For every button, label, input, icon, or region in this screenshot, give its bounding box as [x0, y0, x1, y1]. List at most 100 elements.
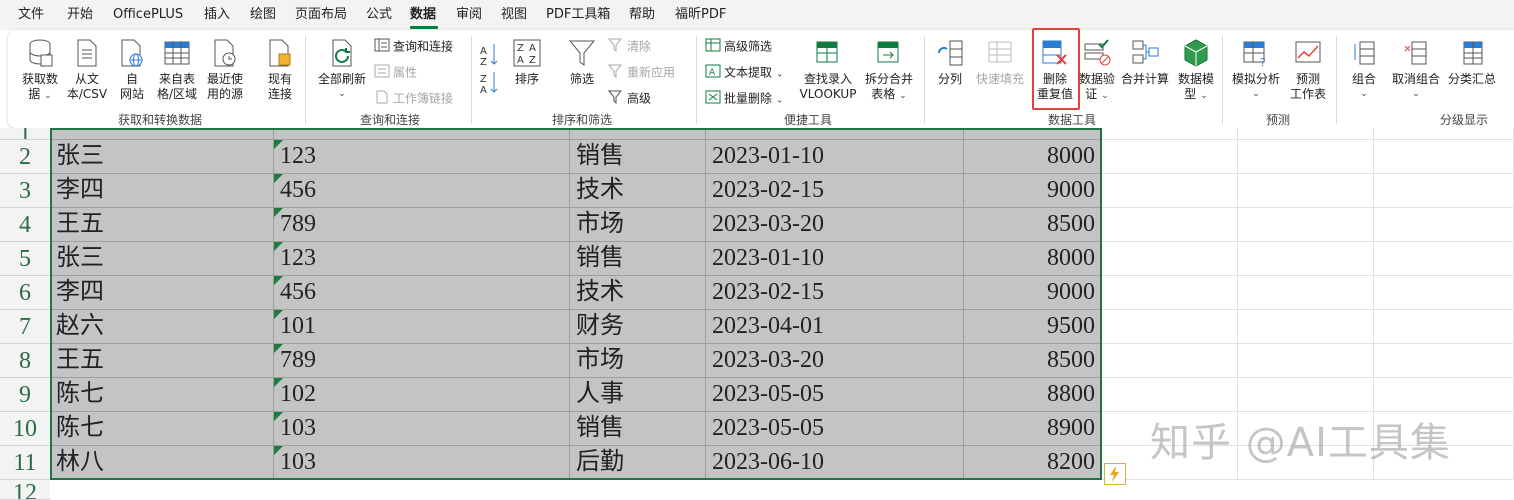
empty-cell[interactable] — [1102, 378, 1238, 412]
menu-draw[interactable]: 绘图 — [250, 6, 276, 24]
table-cell-date[interactable]: 2023-05-05 — [706, 412, 964, 446]
empty-cell[interactable] — [1374, 174, 1514, 208]
table-cell-salary[interactable]: 8900 — [964, 412, 1102, 446]
vlookup-button[interactable]: 查找录入 VLOOKUP — [798, 38, 858, 102]
header-cell[interactable] — [964, 128, 1102, 140]
empty-cell[interactable] — [1238, 174, 1374, 208]
row-header[interactable]: 4 — [0, 208, 50, 242]
header-cell[interactable] — [50, 128, 274, 140]
table-cell-dept[interactable]: 财务 — [570, 310, 706, 344]
row-header[interactable]: 5 — [0, 242, 50, 276]
empty-cell[interactable] — [1374, 128, 1514, 140]
row-header[interactable]: 9 — [0, 378, 50, 412]
flash-fill-options-button[interactable] — [1104, 463, 1126, 485]
advanced-filter-tool-button[interactable]: 高级筛选 — [705, 38, 772, 56]
sort-asc-desc-buttons[interactable]: AZZA — [478, 40, 502, 100]
row-header[interactable]: 1 — [0, 128, 50, 140]
menu-help[interactable]: 帮助 — [629, 6, 655, 24]
empty-cell[interactable] — [1102, 242, 1238, 276]
batch-delete-button[interactable]: 批量删除 ⌄ — [705, 90, 783, 109]
refresh-all-button[interactable]: 全部刷新 ⌄ — [314, 38, 370, 102]
table-cell-name[interactable]: 张三 — [50, 242, 274, 276]
table-cell-salary[interactable]: 8000 — [964, 242, 1102, 276]
group-button[interactable]: 组合 ⌄ — [1344, 38, 1384, 102]
table-cell-date[interactable]: 2023-05-05 — [706, 378, 964, 412]
table-cell-dept[interactable]: 技术 — [570, 276, 706, 310]
empty-cell[interactable] — [1374, 242, 1514, 276]
empty-cell[interactable] — [1238, 208, 1374, 242]
row-header[interactable]: 10 — [0, 412, 50, 446]
menu-formulas[interactable]: 公式 — [366, 6, 392, 24]
table-cell-date[interactable]: 2023-02-15 — [706, 276, 964, 310]
table-cell-date[interactable]: 2023-06-10 — [706, 446, 964, 480]
row-header[interactable]: 7 — [0, 310, 50, 344]
empty-cell[interactable] — [1102, 208, 1238, 242]
table-cell-name[interactable]: 李四 — [50, 174, 274, 208]
empty-cell[interactable] — [1374, 276, 1514, 310]
table-cell-date[interactable]: 2023-01-10 — [706, 140, 964, 174]
table-cell-phone[interactable]: 789 — [274, 208, 570, 242]
row-header[interactable]: 3 — [0, 174, 50, 208]
sort-button[interactable]: ZAAZ 排序 — [508, 38, 546, 87]
from-text-csv-button[interactable]: 从文 本/CSV — [64, 38, 110, 102]
ungroup-button[interactable]: 取消组合 ⌄ — [1388, 38, 1444, 102]
table-cell-salary[interactable]: 8000 — [964, 140, 1102, 174]
empty-cell[interactable] — [1102, 276, 1238, 310]
menu-review[interactable]: 审阅 — [456, 6, 482, 24]
menu-file[interactable]: 文件 — [18, 6, 44, 24]
empty-cell[interactable] — [1238, 242, 1374, 276]
table-cell-phone[interactable]: 103 — [274, 412, 570, 446]
table-cell-phone[interactable]: 102 — [274, 378, 570, 412]
what-if-analysis-button[interactable]: ? 模拟分析 ⌄ — [1228, 38, 1284, 102]
empty-cell[interactable] — [1102, 128, 1238, 140]
table-cell-salary[interactable]: 8200 — [964, 446, 1102, 480]
empty-cell[interactable] — [1374, 344, 1514, 378]
split-merge-tables-button[interactable]: 拆分合并 表格 ⌄ — [860, 38, 918, 104]
table-cell-date[interactable]: 2023-01-10 — [706, 242, 964, 276]
table-cell-phone[interactable]: 123 — [274, 242, 570, 276]
from-web-button[interactable]: 自 网站 — [114, 38, 150, 102]
table-cell-phone[interactable]: 456 — [274, 174, 570, 208]
table-cell-salary[interactable]: 8500 — [964, 344, 1102, 378]
text-extract-button[interactable]: A 文本提取 ⌄ — [705, 64, 783, 83]
empty-cell[interactable] — [1102, 310, 1238, 344]
table-cell-dept[interactable]: 销售 — [570, 412, 706, 446]
text-to-columns-button[interactable]: 分列 — [932, 38, 968, 87]
queries-connections-button[interactable]: 查询和连接 — [374, 38, 453, 56]
table-cell-salary[interactable]: 9000 — [964, 174, 1102, 208]
empty-cell[interactable] — [1374, 310, 1514, 344]
flash-fill-button[interactable]: 快速填充 — [972, 38, 1028, 87]
table-cell-date[interactable]: 2023-04-01 — [706, 310, 964, 344]
get-data-button[interactable]: 获取数 据 ⌄ — [18, 38, 62, 104]
table-cell-dept[interactable]: 市场 — [570, 344, 706, 378]
menu-insert[interactable]: 插入 — [204, 6, 230, 24]
table-cell-phone[interactable]: 789 — [274, 344, 570, 378]
menu-data[interactable]: 数据 — [410, 6, 436, 24]
reapply-button[interactable]: 重新应用 — [607, 64, 675, 82]
header-cell[interactable] — [570, 128, 706, 140]
table-cell-name[interactable]: 赵六 — [50, 310, 274, 344]
table-cell-date[interactable]: 2023-03-20 — [706, 208, 964, 242]
empty-cell[interactable] — [1238, 276, 1374, 310]
table-cell-date[interactable]: 2023-03-20 — [706, 344, 964, 378]
menu-view[interactable]: 视图 — [501, 6, 527, 24]
workbook-links-button[interactable]: 工作簿链接 — [374, 90, 453, 108]
filter-button[interactable]: 筛选 — [564, 38, 600, 87]
table-cell-phone[interactable]: 456 — [274, 276, 570, 310]
empty-cell[interactable] — [1238, 378, 1374, 412]
header-cell[interactable] — [274, 128, 570, 140]
clear-filter-button[interactable]: 清除 — [607, 38, 651, 56]
table-cell-name[interactable]: 陈七 — [50, 412, 274, 446]
table-cell-dept[interactable]: 销售 — [570, 242, 706, 276]
row-header[interactable]: 12 — [0, 480, 50, 500]
empty-cell[interactable] — [1238, 140, 1374, 174]
empty-cell[interactable] — [1238, 344, 1374, 378]
table-cell-name[interactable]: 李四 — [50, 276, 274, 310]
table-cell-dept[interactable]: 后勤 — [570, 446, 706, 480]
menu-home[interactable]: 开始 — [67, 6, 93, 24]
table-cell-salary[interactable]: 9500 — [964, 310, 1102, 344]
menu-foxit-pdf[interactable]: 福昕PDF — [675, 6, 726, 24]
empty-cell[interactable] — [1238, 128, 1374, 140]
table-cell-salary[interactable]: 8800 — [964, 378, 1102, 412]
table-cell-name[interactable]: 张三 — [50, 140, 274, 174]
